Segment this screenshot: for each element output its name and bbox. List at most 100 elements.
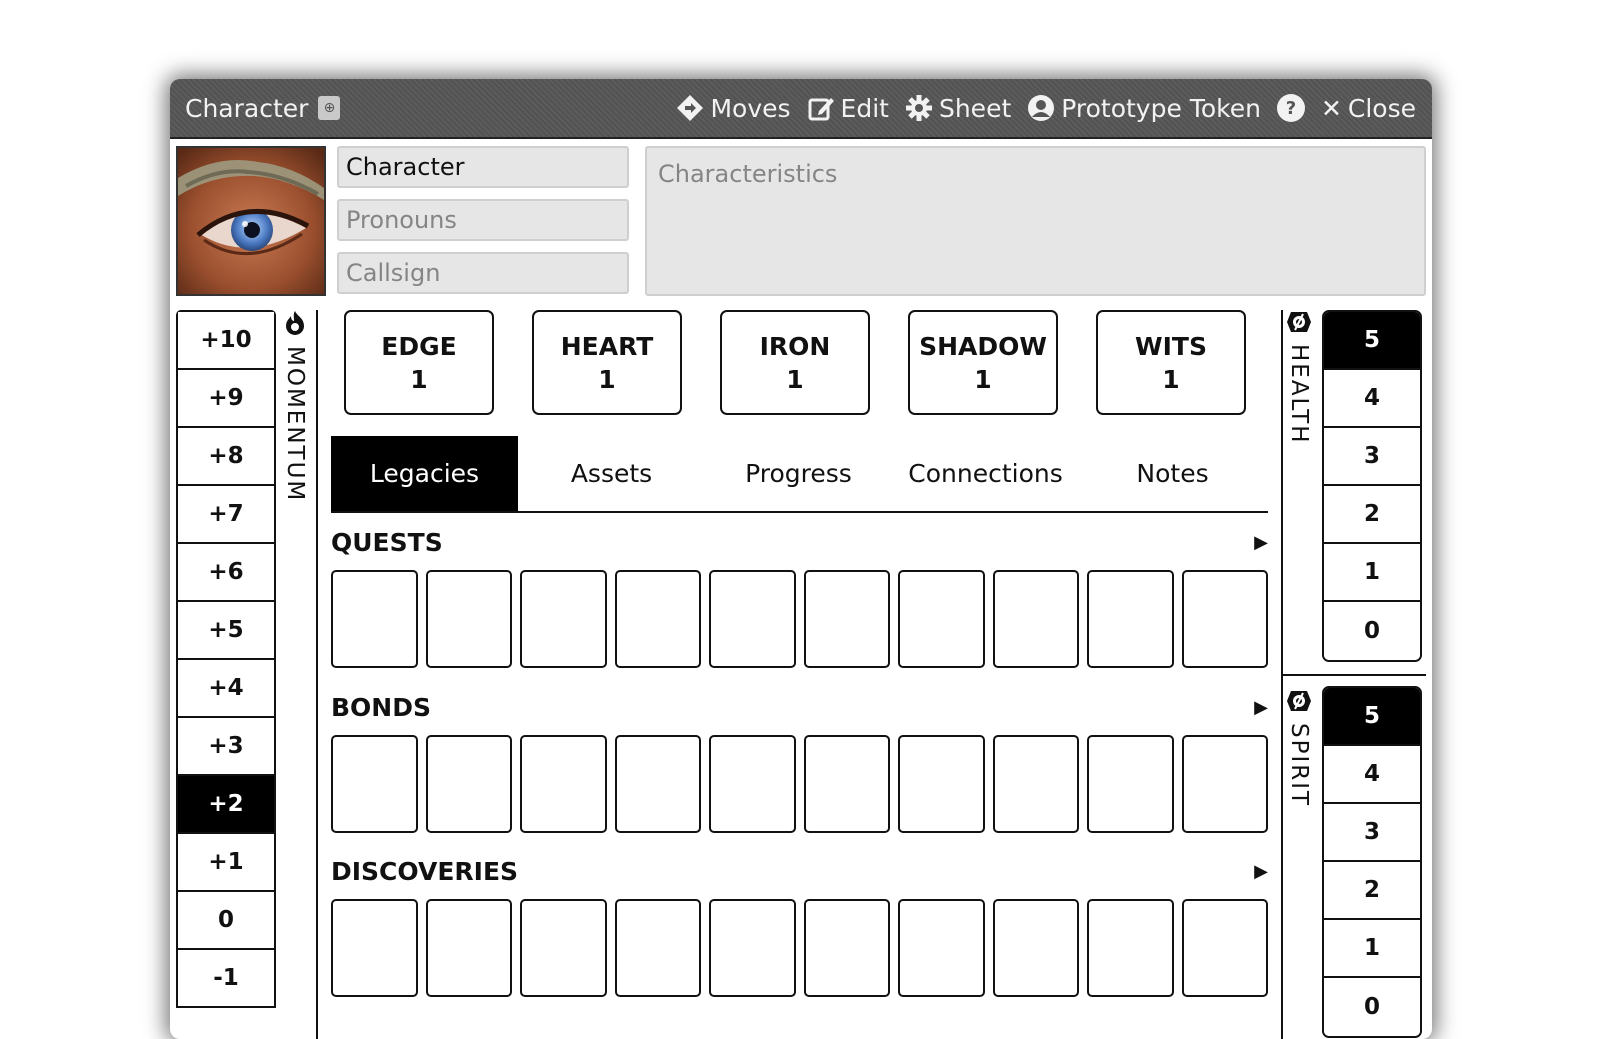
stat-heart[interactable]: HEART 1 [532,310,682,415]
legacy-box[interactable] [1181,570,1268,668]
legacy-discoveries-header[interactable]: DISCOVERIES ▶ [331,853,1268,889]
window-titlebar[interactable]: Character ⊕ Moves Edit Sheet Prototype T… [170,79,1432,139]
legacy-box[interactable] [1087,735,1174,833]
legacy-quests-track [331,570,1268,668]
legacy-box[interactable] [709,899,796,997]
legacy-box[interactable] [425,570,512,668]
legacy-box[interactable] [614,570,701,668]
tab-notes[interactable]: Notes [1079,436,1266,511]
legacy-box[interactable] [898,899,985,997]
expand-caret-icon[interactable]: ▶ [1254,532,1268,553]
legacy-box[interactable] [520,570,607,668]
spirit-value[interactable]: 1 [1324,920,1420,978]
legacy-box[interactable] [709,570,796,668]
spirit-value[interactable]: 3 [1324,804,1420,862]
legacy-box[interactable] [992,899,1079,997]
tab-assets[interactable]: Assets [518,436,705,511]
legacy-box[interactable] [803,570,890,668]
legacy-title: DISCOVERIES [331,856,519,886]
stat-value: 1 [786,364,804,394]
legacy-box[interactable] [898,570,985,668]
tab-progress[interactable]: Progress [705,436,892,511]
momentum-value[interactable]: 0 [178,892,274,950]
help-icon: ? [1276,94,1305,122]
legacy-quests-header[interactable]: QUESTS ▶ [331,524,1268,560]
legacy-box[interactable] [614,899,701,997]
stat-value: 1 [974,364,992,394]
close-icon: ✕ [1320,93,1342,123]
health-impact-icon[interactable] [1286,310,1312,338]
close-button[interactable]: ✕ Close [1321,94,1416,123]
momentum-value[interactable]: +7 [178,486,274,544]
compendium-badge-icon[interactable]: ⊕ [318,96,341,120]
spirit-value[interactable]: 4 [1324,746,1420,804]
tab-legacies[interactable]: Legacies [331,436,518,511]
legacy-box[interactable] [898,735,985,833]
legacy-box[interactable] [1181,899,1268,997]
characteristics-textarea[interactable] [645,146,1426,296]
stat-iron[interactable]: IRON 1 [720,310,870,415]
legacy-box[interactable] [1181,735,1268,833]
callsign-input[interactable] [337,252,629,294]
momentum-value[interactable]: +8 [178,428,274,486]
spirit-value[interactable]: 5 [1324,688,1420,746]
meter-separator [1281,674,1426,676]
legacy-box[interactable] [709,735,796,833]
user-circle-icon [1027,94,1055,122]
momentum-value[interactable]: +3 [178,718,274,776]
momentum-value[interactable]: -1 [178,950,274,1008]
legacy-box[interactable] [331,570,418,668]
prototype-token-label: Prototype Token [1061,93,1261,123]
health-value[interactable]: 3 [1324,428,1420,486]
pronouns-input[interactable] [337,199,629,241]
legacy-box[interactable] [803,899,890,997]
momentum-value[interactable]: +6 [178,544,274,602]
stat-edge[interactable]: EDGE 1 [344,310,494,415]
health-value[interactable]: 0 [1324,602,1420,660]
prototype-token-button[interactable]: Prototype Token [1027,94,1261,123]
legacy-box[interactable] [992,735,1079,833]
stat-shadow[interactable]: SHADOW 1 [908,310,1058,415]
momentum-value[interactable]: +5 [178,602,274,660]
character-name-input[interactable] [337,146,629,188]
legacy-discoveries-track [331,899,1268,997]
edit-icon [807,94,835,122]
moves-button[interactable]: Moves [676,94,791,123]
spirit-impact-icon[interactable] [1286,689,1312,717]
health-value[interactable]: 4 [1324,370,1420,428]
legacy-box[interactable] [803,735,890,833]
legacy-box[interactable] [331,735,418,833]
legacy-bonds-header[interactable]: BONDS ▶ [331,689,1268,725]
legacy-box[interactable] [1087,570,1174,668]
legacy-box[interactable] [520,899,607,997]
expand-caret-icon[interactable]: ▶ [1254,697,1268,718]
momentum-value[interactable]: +2 [178,776,274,834]
window-title-group: Character ⊕ [185,94,341,123]
momentum-burn-icon[interactable] [283,310,307,340]
legacy-box[interactable] [425,735,512,833]
health-value[interactable]: 5 [1324,312,1420,370]
help-button[interactable]: ? [1276,94,1305,122]
tab-connections[interactable]: Connections [892,436,1079,511]
momentum-value[interactable]: +9 [178,370,274,428]
legacy-box[interactable] [425,899,512,997]
sheet-button[interactable]: Sheet [905,94,1011,123]
spirit-value[interactable]: 0 [1324,978,1420,1036]
health-value[interactable]: 1 [1324,544,1420,602]
legacy-box[interactable] [992,570,1079,668]
momentum-value[interactable]: +1 [178,834,274,892]
spirit-value[interactable]: 2 [1324,862,1420,920]
legacy-box[interactable] [520,735,607,833]
momentum-value[interactable]: +4 [178,660,274,718]
legacy-box[interactable] [614,735,701,833]
expand-caret-icon[interactable]: ▶ [1254,861,1268,882]
momentum-track: +10 +9 +8 +7 +6 +5 +4 +3 +2 +1 0 -1 [176,310,276,1008]
stat-wits[interactable]: WITS 1 [1096,310,1246,415]
momentum-label-group: MOMENTUM [278,310,312,502]
health-value[interactable]: 2 [1324,486,1420,544]
momentum-value[interactable]: +10 [178,312,274,370]
edit-button[interactable]: Edit [807,94,889,123]
legacy-box[interactable] [1087,899,1174,997]
character-portrait[interactable] [176,146,326,296]
legacy-box[interactable] [331,899,418,997]
